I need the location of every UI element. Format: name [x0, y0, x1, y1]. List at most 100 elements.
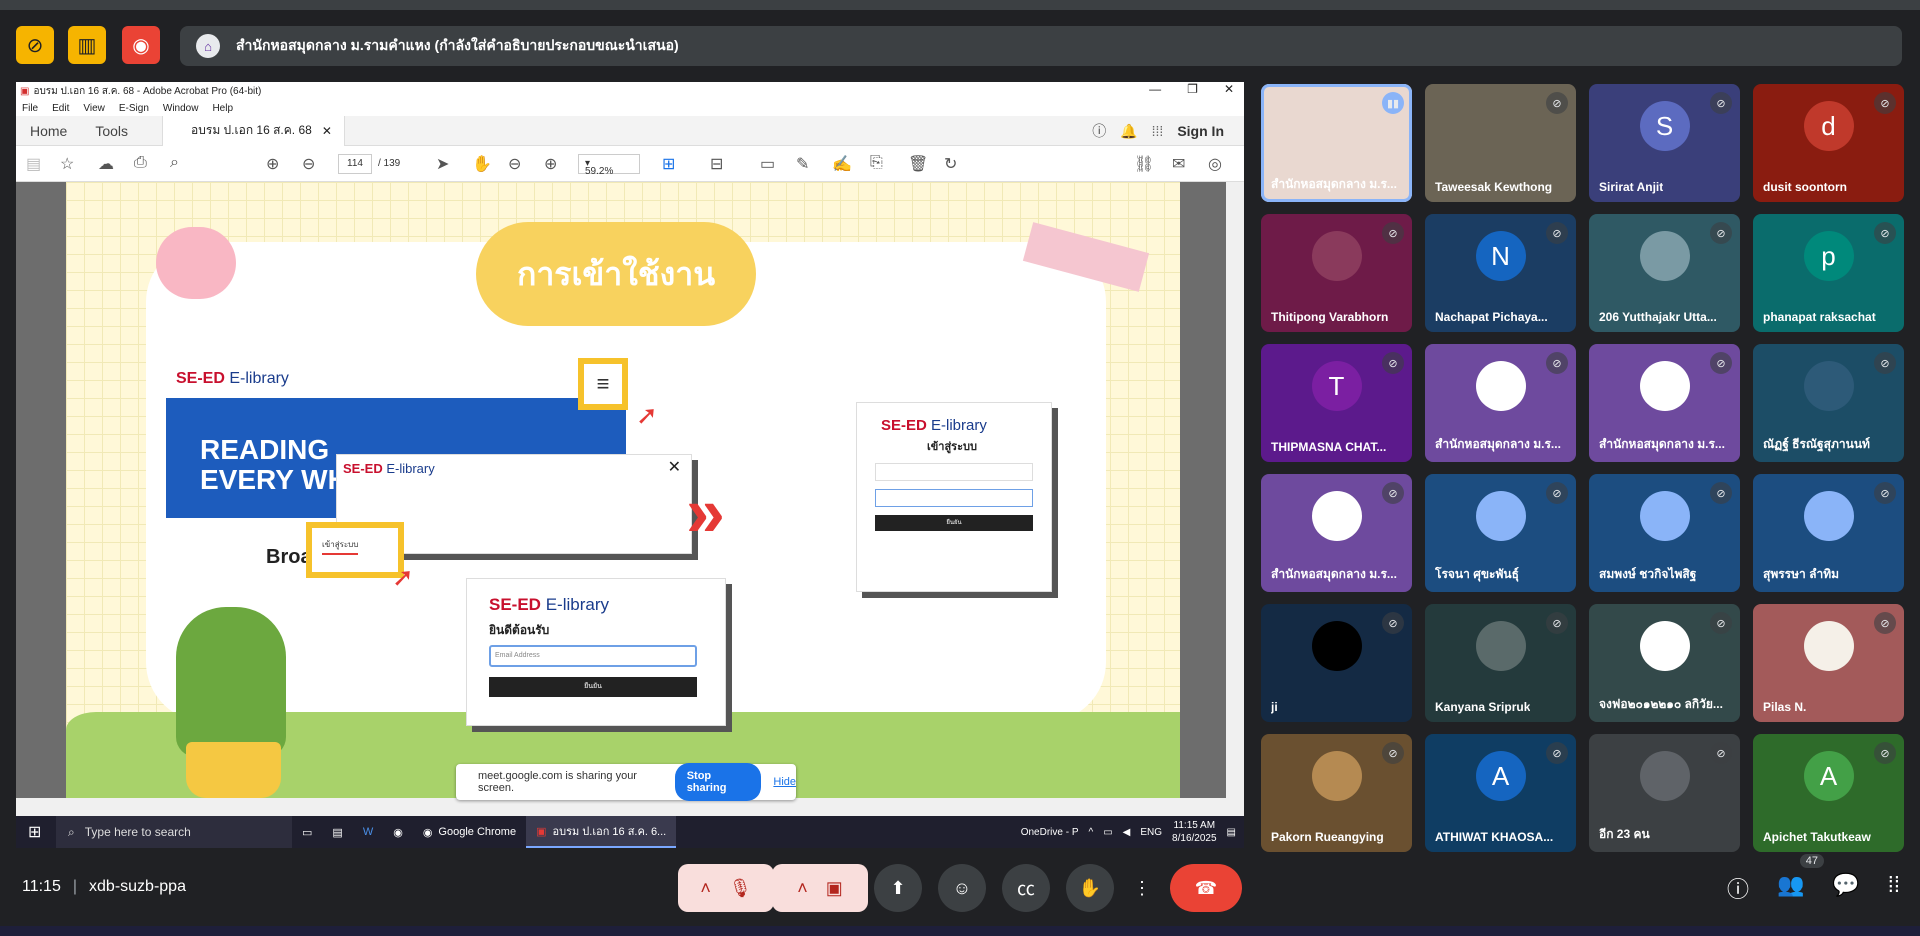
taskbar-word-icon[interactable]: W [353, 816, 383, 848]
chat-icon[interactable]: 💬 [1832, 872, 1859, 904]
tab-document[interactable]: อบรม ป.เอก 16 ส.ค. 68 ✕ [162, 115, 345, 146]
present-screen-button[interactable]: ⬆ [874, 864, 922, 912]
taskbar-explorer-icon[interactable]: ▭ [292, 816, 322, 848]
help-icon[interactable]: ⓘ [1092, 121, 1106, 141]
taskbar-chrome-window[interactable]: ◉ Google Chrome [413, 816, 526, 848]
participant-tile[interactable]: ⊘ ณัฏฐ์ ธีรณัฐสุภานนท์ [1753, 344, 1904, 462]
menu-file[interactable]: File [22, 103, 38, 114]
menu-help[interactable]: Help [212, 103, 233, 114]
presentation-off-icon[interactable]: ⊘ [16, 26, 54, 64]
comment-icon[interactable]: ▭ [760, 154, 775, 174]
participant-tile[interactable]: ⊘ สำนักหอสมุดกลาง ม.ร... [1425, 344, 1576, 462]
fit-page-icon[interactable]: ⊞ [662, 154, 675, 174]
tray-chevron-icon[interactable]: ^ [1089, 827, 1094, 838]
rotate-icon[interactable]: ↻ [944, 154, 957, 174]
account-icon[interactable]: ◎ [1208, 154, 1222, 174]
participant-tile[interactable]: ⊘ สุพรรษา ลำทิม [1753, 474, 1904, 592]
delete-icon[interactable]: 🗑 [908, 154, 928, 174]
highlight-icon[interactable]: ✎ [796, 154, 809, 174]
page-number-input[interactable]: 114 [338, 154, 372, 174]
vertical-scrollbar[interactable] [1226, 182, 1244, 798]
upload-icon[interactable]: ☁ [98, 154, 114, 174]
camera-toggle-button[interactable]: ˄ ▣ [772, 864, 868, 912]
taskbar-acrobat-window[interactable]: ▣ อบรม ป.เอก 16 ส.ค. 6... [526, 816, 677, 848]
onedrive-label[interactable]: OneDrive - P [1021, 827, 1079, 838]
participant-tile[interactable]: p ⊘ phanapat raksachat [1753, 214, 1904, 332]
star-icon[interactable]: ☆ [60, 154, 74, 174]
participant-tile[interactable]: N ⊘ Nachapat Pichaya... [1425, 214, 1576, 332]
activities-grid-icon[interactable]: ⁞⁞ [1888, 872, 1900, 904]
participant-tile[interactable]: ⊘ สำนักหอสมุดกลาง ม.ร... [1589, 344, 1740, 462]
camera-options-chevron-icon[interactable]: ˄ [797, 878, 808, 899]
print-icon[interactable]: ⎙ [134, 154, 147, 172]
more-options-button[interactable]: ⋮ [1130, 864, 1154, 912]
zoom-out-icon[interactable]: ⊖ [508, 154, 521, 174]
participant-tile[interactable]: ⊘ Pakorn Rueangying [1261, 734, 1412, 852]
select-cursor-icon[interactable]: ➤ [436, 154, 449, 174]
participant-tile[interactable]: ⊘ 206 Yutthajakr Utta... [1589, 214, 1740, 332]
stop-sharing-button[interactable]: Stop sharing [674, 763, 762, 801]
participant-tile[interactable]: ⊘ สำนักหอสมุดกลาง ม.ร... [1261, 474, 1412, 592]
tab-close-icon[interactable]: ✕ [322, 124, 332, 138]
zoom-in-icon[interactable]: ⊕ [544, 154, 557, 174]
mic-toggle-button[interactable]: ˄ 🎙 [678, 864, 774, 912]
menu-window[interactable]: Window [163, 103, 199, 114]
participant-tile[interactable]: S ⊘ Sirirat Anjit [1589, 84, 1740, 202]
tab-home[interactable]: Home [16, 123, 81, 139]
apps-grid-icon[interactable]: ⁞⁞⁞ [1152, 123, 1164, 139]
menu-view[interactable]: View [83, 103, 105, 114]
sign-in-link[interactable]: Sign In [1177, 123, 1224, 139]
participant-tile[interactable]: ⊘ Taweesak Kewthong [1425, 84, 1576, 202]
info-icon[interactable]: ⓘ [1727, 872, 1749, 904]
participant-tile[interactable]: A ⊘ Apichet Takutkeaw [1753, 734, 1904, 852]
save-icon[interactable]: ▤ [26, 154, 41, 174]
close-icon[interactable]: ✕ [1224, 82, 1234, 96]
companion-icon[interactable]: ▥ [68, 26, 106, 64]
prev-page-icon[interactable]: ⊕ [266, 154, 279, 174]
taskbar-search[interactable]: ⌕ Type here to search [56, 816, 292, 848]
participant-tile[interactable]: ⊘ Thitipong Varabhorn [1261, 214, 1412, 332]
participant-tile[interactable]: ⊘ Pilas N. [1753, 604, 1904, 722]
participant-tile[interactable]: ⊘ Kanyana Sripruk [1425, 604, 1576, 722]
minimize-icon[interactable]: — [1149, 82, 1161, 96]
hide-share-link[interactable]: Hide [773, 776, 796, 788]
edit-icon[interactable]: ⎘ [870, 154, 883, 172]
taskbar-files-icon[interactable]: ▤ [322, 816, 352, 848]
sign-icon[interactable]: ✍ [832, 154, 852, 174]
participant-tile[interactable]: A ⊘ ATHIWAT KHAOSA... [1425, 734, 1576, 852]
menu-edit[interactable]: Edit [52, 103, 69, 114]
document-area[interactable]: การเข้าใช้งาน SE-ED E-library READING EV… [16, 182, 1244, 798]
participant-tile[interactable]: ⊘ โรจนา ศุขะพันธุ์ [1425, 474, 1576, 592]
mic-options-chevron-icon[interactable]: ˄ [700, 878, 711, 899]
raise-hand-button[interactable]: ✋ [1066, 864, 1114, 912]
participant-tile[interactable]: ⊘ อีก 23 คน [1589, 734, 1740, 852]
participant-tile[interactable]: ⊘ จงฟอ๒๐๑๒๒๑๐ ลกิวัย... [1589, 604, 1740, 722]
emoji-button[interactable]: ☺ [938, 864, 986, 912]
mail-icon[interactable]: ✉ [1172, 154, 1185, 174]
participant-tile[interactable]: ⊘ สมพงษ์ ชวกิจไพสิฐ [1589, 474, 1740, 592]
participant-tile[interactable]: d ⊘ dusit soontorn [1753, 84, 1904, 202]
windows-start-icon[interactable]: ⊞ [28, 822, 41, 842]
taskbar-clock[interactable]: 11:15 AM 8/16/2025 [1172, 819, 1217, 845]
zoom-select[interactable]: 59.2% ▾ [578, 154, 640, 177]
taskbar-chrome-icon[interactable]: ◉ [383, 816, 413, 848]
hand-tool-icon[interactable]: ✋ [472, 154, 492, 174]
people-icon[interactable]: 👥 [1777, 872, 1804, 904]
recording-icon[interactable]: ◉ [122, 26, 160, 64]
bell-icon[interactable]: 🔔 [1120, 123, 1137, 140]
participant-tile[interactable]: T ⊘ THIPMASNA CHAT... [1261, 344, 1412, 462]
end-call-button[interactable]: ☎ [1170, 864, 1242, 912]
language-indicator[interactable]: ENG [1140, 827, 1162, 838]
maximize-icon[interactable]: ❐ [1187, 82, 1198, 96]
tray-network-icon[interactable]: ▭ [1103, 827, 1112, 838]
menu-esign[interactable]: E-Sign [119, 103, 149, 114]
tab-tools[interactable]: Tools [81, 123, 142, 139]
notifications-icon[interactable]: ▤ [1227, 827, 1236, 838]
zoom-search-icon[interactable]: ⌕ [170, 154, 179, 172]
next-page-icon[interactable]: ⊖ [302, 154, 315, 174]
participant-tile[interactable]: ⊘ ji [1261, 604, 1412, 722]
measure-icon[interactable]: ⊟ [710, 154, 723, 174]
participant-tile[interactable]: ▮▮ สำนักหอสมุดกลาง ม.ร... [1261, 84, 1412, 202]
link-icon[interactable]: ⛓ [1134, 154, 1154, 174]
tray-volume-icon[interactable]: ◀ [1123, 827, 1131, 838]
